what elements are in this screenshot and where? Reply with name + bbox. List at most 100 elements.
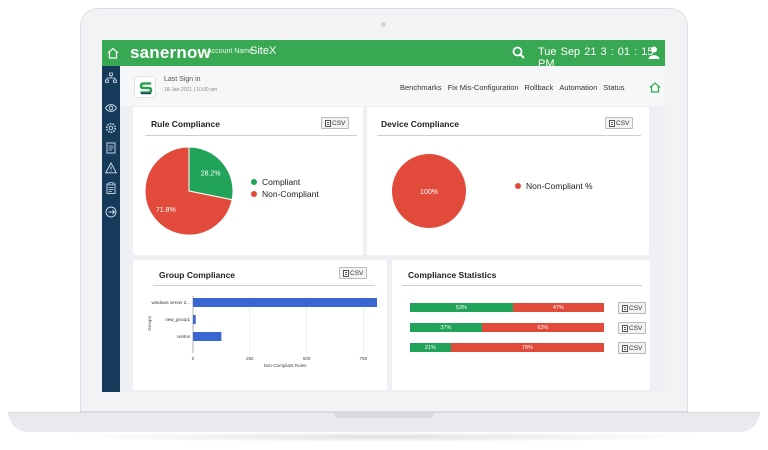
rule-compliance-csv-button[interactable]: CSV	[321, 117, 350, 129]
laptop-base-notch	[334, 412, 434, 418]
product-logo	[134, 76, 156, 98]
account-name-value[interactable]: SiteX	[250, 45, 276, 57]
csv-label: CSV	[332, 119, 346, 127]
compliance-stat-bar[interactable]: 21% 79%	[410, 343, 604, 352]
compliance-stat-bar[interactable]: 37% 63%	[410, 323, 604, 332]
gear-icon[interactable]	[105, 122, 117, 134]
group-compliance-title: Group Compliance	[159, 270, 236, 280]
compliance-stat-csv-button[interactable]: CSV	[618, 302, 647, 314]
brand-logo-text: sanernow	[130, 43, 211, 62]
device-compliance-pie: 100%	[392, 154, 466, 228]
warning-icon[interactable]	[105, 162, 117, 174]
laptop-stage: sanernow Account Name SiteX Tue Sep 21 3…	[0, 0, 768, 450]
table-icon	[325, 119, 331, 127]
rule-compliance-legend: Compliant Non-Compliant	[251, 177, 319, 201]
y-tick-label: centos	[177, 334, 191, 339]
table-icon	[622, 344, 628, 352]
csv-label: CSV	[629, 324, 643, 332]
compliant-segment: 21%	[410, 343, 451, 352]
home-icon[interactable]	[106, 46, 120, 60]
legend-non-compliant-pct[interactable]: Non-Compliant %	[515, 181, 593, 191]
x-tick-label: 250	[246, 356, 254, 361]
nav-fix-misconfiguration[interactable]: Fix Mis-Configuration	[448, 83, 519, 92]
table-icon	[622, 304, 628, 312]
compliant-segment: 53%	[410, 303, 513, 312]
group-bar[interactable]	[193, 315, 196, 324]
account-name-label: Account Name	[207, 48, 253, 55]
top-bar: sanernow Account Name SiteX Tue Sep 21 3…	[102, 40, 665, 70]
pie-slice-label: 28.2%	[201, 170, 221, 177]
group-bar[interactable]	[193, 332, 222, 341]
nav-status[interactable]: Status	[603, 83, 624, 92]
card-divider	[402, 285, 642, 286]
compliance-statistics-title: Compliance Statistics	[408, 270, 497, 280]
rule-compliance-title: Rule Compliance	[151, 119, 220, 129]
csv-label: CSV	[350, 269, 364, 277]
group-bar[interactable]	[193, 298, 377, 307]
compliance-stat-bar[interactable]: 53% 47%	[410, 303, 604, 312]
card-divider	[153, 285, 375, 286]
nav-benchmarks[interactable]: Benchmarks	[400, 83, 442, 92]
y-axis-label: Groups	[147, 315, 152, 331]
user-icon[interactable]	[648, 46, 660, 59]
table-icon	[609, 119, 615, 127]
report-icon[interactable]	[105, 142, 117, 154]
eye-icon[interactable]	[105, 102, 117, 114]
pie-slice-label: 100%	[420, 189, 438, 196]
rule-compliance-card: Rule Compliance CSV 28.2% 71.8% Compliant…	[133, 107, 363, 255]
card-divider	[377, 135, 641, 136]
x-tick-label: 0	[192, 356, 195, 361]
laptop-shadow	[60, 432, 708, 442]
x-tick-label: 750	[360, 356, 368, 361]
legend-compliant[interactable]: Compliant	[251, 177, 319, 187]
sidebar	[102, 66, 120, 392]
page-header: Last Sign in 18-Jan-2021 | 10:00 am Benc…	[120, 66, 665, 106]
non-compliant-segment: 63%	[481, 323, 604, 332]
legend-non-compliant[interactable]: Non-Compliant	[251, 189, 319, 199]
logout-icon[interactable]	[105, 206, 117, 218]
legend-dot-green	[251, 179, 257, 185]
x-tick-label: 500	[303, 356, 311, 361]
table-icon	[343, 269, 349, 277]
pie-slice-label: 71.8%	[156, 207, 176, 214]
device-compliance-csv-button[interactable]: CSV	[605, 117, 634, 129]
legend-dot-red	[515, 183, 521, 189]
compliance-statistics-card: Compliance Statistics 53% 47% CSV 37% 63% CSV…	[392, 260, 650, 390]
legend-dot-red	[251, 191, 257, 197]
device-compliance-legend: Non-Compliant %	[515, 181, 593, 193]
group-compliance-card: Group Compliance CSV 0 250 500 750 windows s…	[133, 260, 387, 390]
last-sign-in-date: 18-Jan-2021 | 10:00 am	[164, 87, 218, 93]
compliance-stat-csv-button[interactable]: CSV	[618, 342, 647, 354]
last-sign-in-label: Last Sign in	[164, 76, 201, 83]
legend-label: Non-Compliant	[262, 189, 319, 199]
csv-label: CSV	[629, 304, 643, 312]
clipboard-icon[interactable]	[105, 182, 117, 194]
legend-label: Compliant	[262, 177, 301, 187]
device-compliance-title: Device Compliance	[381, 119, 459, 129]
non-compliant-segment: 47%	[512, 303, 604, 312]
group-compliance-csv-button[interactable]: CSV	[339, 267, 368, 279]
s-logo-icon	[138, 80, 154, 96]
compliance-stat-csv-button[interactable]: CSV	[618, 322, 647, 334]
table-icon	[622, 324, 628, 332]
csv-label: CSV	[616, 119, 630, 127]
nav-automation[interactable]: Automation	[559, 83, 597, 92]
y-tick-label: new_group1	[165, 317, 190, 322]
top-nav: Benchmarks Fix Mis-Configuration Rollbac…	[400, 83, 625, 92]
rule-compliance-pie: 28.2% 71.8%	[144, 146, 234, 236]
legend-label: Non-Compliant %	[526, 181, 593, 191]
app-screen: sanernow Account Name SiteX Tue Sep 21 3…	[102, 40, 665, 392]
network-icon[interactable]	[105, 72, 117, 84]
non-compliant-segment: 79%	[450, 343, 604, 352]
device-compliance-card: Device Compliance CSV 100% Non-Compliant…	[367, 107, 649, 255]
group-compliance-bar-chart: 0 250 500 750 windows server 2... new_group1c…	[147, 296, 377, 368]
card-divider	[145, 135, 357, 136]
y-tick-label: windows server 2...	[151, 300, 190, 305]
compliant-segment: 37%	[410, 323, 482, 332]
search-icon[interactable]	[512, 46, 525, 59]
nav-rollback[interactable]: Rollback	[525, 83, 554, 92]
x-axis-label: Non-Compliant Rules	[264, 363, 308, 368]
csv-label: CSV	[629, 344, 643, 352]
camera-dot	[381, 22, 386, 27]
nav-home-icon[interactable]	[649, 81, 661, 93]
